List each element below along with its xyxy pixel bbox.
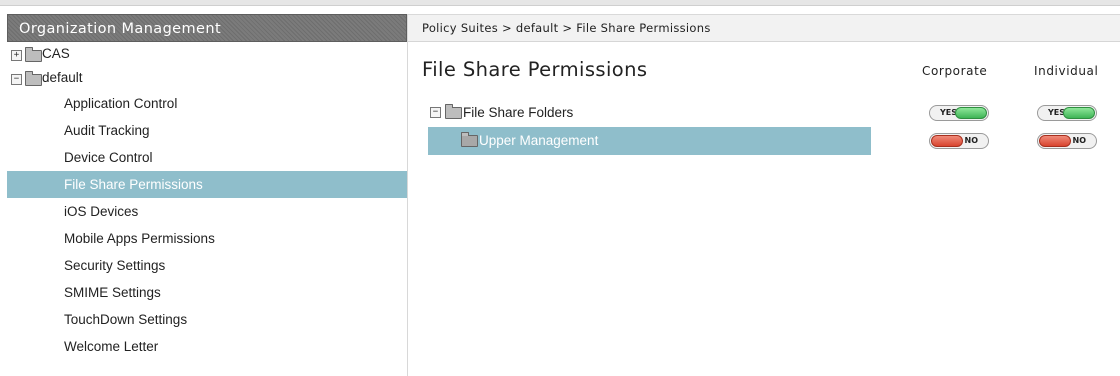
org-tree: + CAS − default Application Control Audi… <box>7 42 407 360</box>
sidebar-item-security-settings[interactable]: Security Settings <box>7 252 407 279</box>
organization-sidebar: Organization Management + CAS − default … <box>7 14 408 376</box>
tree-row-file-share-folders[interactable]: − File Share Folders <box>428 99 871 127</box>
individual-toggle-file-share-folders[interactable]: YES <box>1037 105 1097 121</box>
column-header-corporate: Corporate <box>922 64 988 78</box>
folder-icon <box>461 132 478 147</box>
toggle-knob <box>931 135 963 147</box>
open-folder-icon <box>25 71 42 86</box>
sidebar-item-application-control[interactable]: Application Control <box>7 90 407 117</box>
tree-node-label: default <box>42 70 83 85</box>
open-folder-icon <box>445 104 462 119</box>
tree-row-label: Upper Management <box>479 133 599 148</box>
sidebar-item-ios-devices[interactable]: iOS Devices <box>7 198 407 225</box>
tree-node-cas[interactable]: + CAS <box>7 42 407 66</box>
breadcrumb: Policy Suites > default > File Share Per… <box>422 21 711 35</box>
collapse-icon[interactable]: − <box>430 107 441 118</box>
sidebar-item-mobile-apps-permissions[interactable]: Mobile Apps Permissions <box>7 225 407 252</box>
breadcrumb-bar: Policy Suites > default > File Share Per… <box>408 14 1120 42</box>
tree-row-upper-management[interactable]: Upper Management <box>428 127 871 155</box>
folder-icon <box>25 47 42 62</box>
individual-toggle-upper-management[interactable]: NO <box>1037 133 1097 149</box>
tree-node-label: CAS <box>42 46 70 61</box>
sidebar-item-file-share-permissions[interactable]: File Share Permissions <box>7 171 407 198</box>
file-share-tree: − File Share Folders Upper Management <box>428 99 871 155</box>
collapse-icon[interactable]: − <box>11 74 22 85</box>
corporate-toggle-file-share-folders[interactable]: YES <box>929 105 989 121</box>
sidebar-item-smime-settings[interactable]: SMIME Settings <box>7 279 407 306</box>
toggle-label: NO <box>1072 136 1087 145</box>
toggle-label: NO <box>964 136 979 145</box>
toggle-knob <box>955 107 987 119</box>
toggle-knob <box>1039 135 1071 147</box>
tree-node-default[interactable]: − default <box>7 66 407 90</box>
top-border <box>0 0 1120 6</box>
sidebar-item-welcome-letter[interactable]: Welcome Letter <box>7 333 407 360</box>
sidebar-item-device-control[interactable]: Device Control <box>7 144 407 171</box>
corporate-toggle-upper-management[interactable]: NO <box>929 133 989 149</box>
column-header-individual: Individual <box>1034 64 1099 78</box>
tree-row-label: File Share Folders <box>463 105 574 120</box>
sidebar-header: Organization Management <box>7 14 407 42</box>
expand-icon[interactable]: + <box>11 50 22 61</box>
sidebar-item-audit-tracking[interactable]: Audit Tracking <box>7 117 407 144</box>
sidebar-item-touchdown-settings[interactable]: TouchDown Settings <box>7 306 407 333</box>
toggle-knob <box>1063 107 1095 119</box>
page-title: File Share Permissions <box>422 58 648 81</box>
